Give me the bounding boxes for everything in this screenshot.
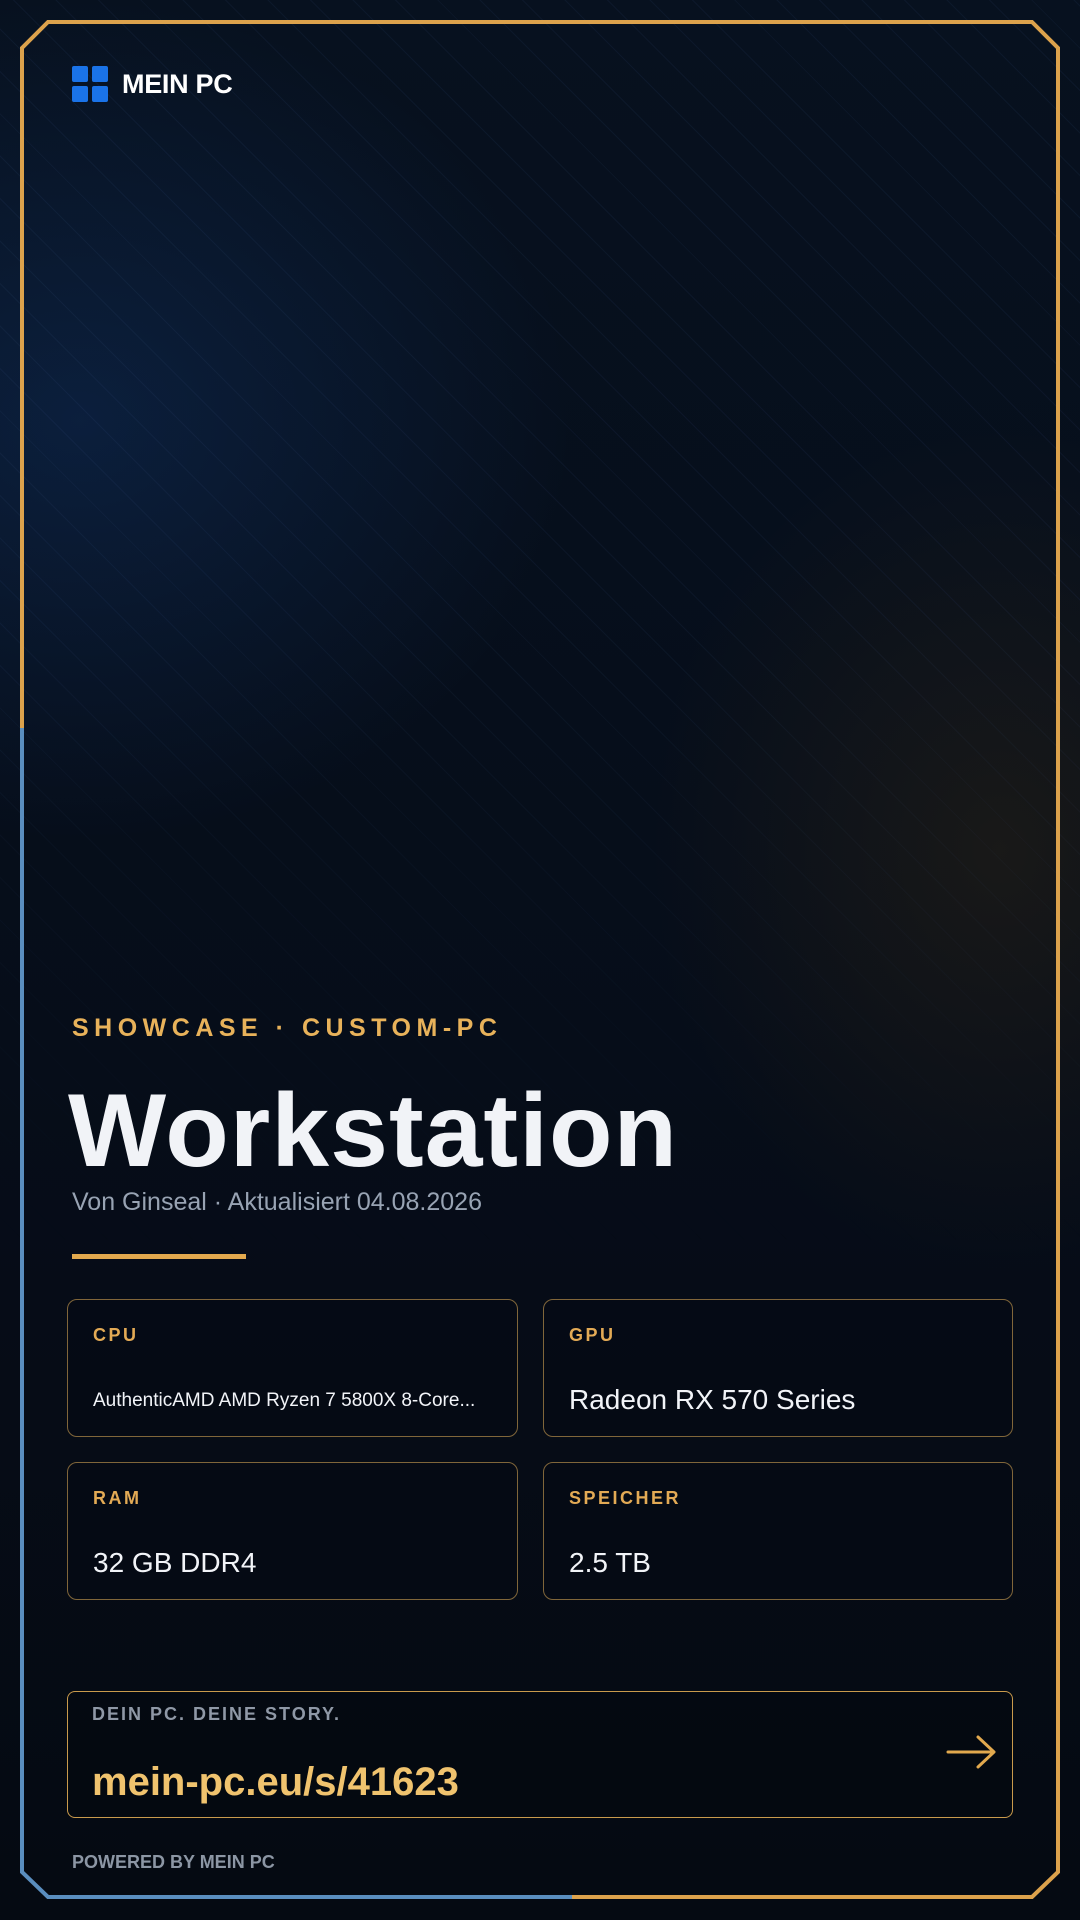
page-title: Workstation <box>68 1073 679 1189</box>
arrow-right-icon[interactable] <box>946 1732 998 1772</box>
spec-value: AuthenticAMD AMD Ryzen 7 5800X 8-Core... <box>93 1390 476 1411</box>
showcase-kicker: SHOWCASE · CUSTOM-PC <box>72 1014 503 1042</box>
spec-label: CPU <box>93 1325 139 1345</box>
accent-divider <box>72 1254 246 1259</box>
spec-label: RAM <box>93 1488 142 1508</box>
spec-card-cpu: CPU AuthenticAMD AMD Ryzen 7 5800X 8-Cor… <box>67 1299 518 1437</box>
spec-value: 32 GB DDR4 <box>93 1547 257 1578</box>
spec-label: SPEICHER <box>569 1488 682 1508</box>
windows-logo-icon <box>72 66 108 102</box>
story-label: DEIN PC. DEINE STORY. <box>92 1704 342 1724</box>
author-meta: Von Ginseal · Aktualisiert 04.08.2026 <box>72 1188 482 1216</box>
brand: MEIN PC <box>72 66 233 102</box>
spec-card-ram: RAM 32 GB DDR4 <box>67 1462 518 1600</box>
card-frame <box>20 20 1060 1899</box>
spec-label: GPU <box>569 1325 616 1345</box>
spec-value: 2.5 TB <box>569 1547 651 1578</box>
powered-by: POWERED BY MEIN PC <box>72 1852 275 1872</box>
spec-value: Radeon RX 570 Series <box>569 1384 856 1415</box>
story-url[interactable]: mein-pc.eu/s/41623 <box>92 1760 459 1805</box>
spec-card-storage: SPEICHER 2.5 TB <box>543 1462 1013 1600</box>
story-link[interactable]: DEIN PC. DEINE STORY. mein-pc.eu/s/41623 <box>67 1691 1013 1818</box>
brand-name: MEIN PC <box>122 68 233 99</box>
spec-card-gpu: GPU Radeon RX 570 Series <box>543 1299 1013 1437</box>
